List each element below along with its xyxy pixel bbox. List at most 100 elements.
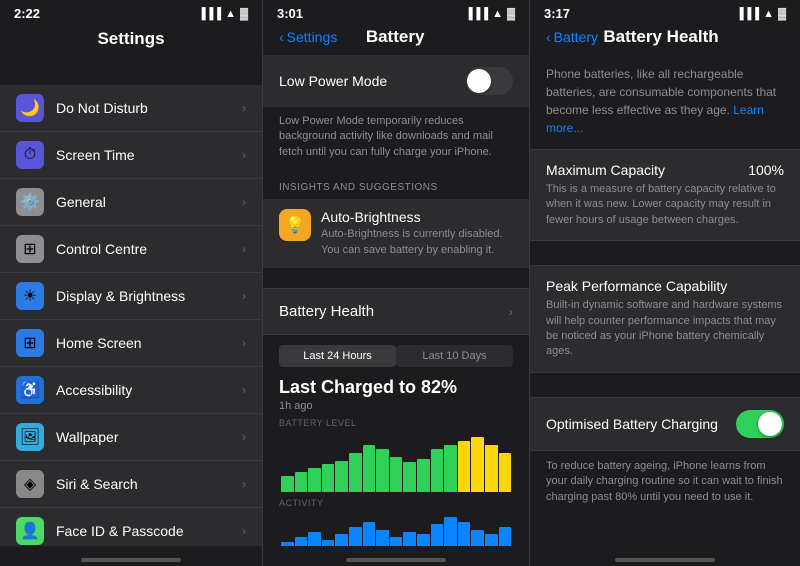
activity-bar (363, 522, 376, 546)
settings-item-control-centre[interactable]: ⊞Control Centre› (0, 226, 262, 273)
optimised-label: Optimised Battery Charging (546, 416, 718, 432)
status-icons-1: ▐▐▐ ▲ ▓ (198, 8, 248, 20)
low-power-toggle[interactable] (465, 67, 513, 95)
activity-bar (376, 530, 389, 546)
battery-panel: 3:01 ▐▐▐ ▲ ▓ ‹ Settings Battery Low Powe… (263, 0, 530, 566)
chevron-right-icon: › (242, 336, 246, 350)
settings-item-general[interactable]: ⚙️ General› (0, 179, 262, 226)
time-2: 3:01 (277, 6, 303, 21)
home-indicator-3 (530, 546, 800, 566)
battery-icon-3: ▓ (778, 8, 786, 20)
optimised-desc: To reduce battery ageing, iPhone learns … (530, 451, 800, 515)
settings-item-label: Face ID & Passcode (56, 523, 242, 539)
activity-bar (499, 527, 512, 546)
settings-list: 🌙Do Not Disturb›⏱Screen Time›⚙️General›⊞… (0, 57, 262, 546)
activity-label: ACTIVITY (279, 498, 513, 508)
activity-chart (279, 512, 513, 546)
chevron-right-icon: › (242, 101, 246, 115)
home-bar-3 (615, 558, 715, 562)
battery-health-panel: 3:17 ▐▐▐ ▲ ▓ ‹ Battery Battery Health Ph… (530, 0, 800, 566)
battery-bar (322, 464, 335, 492)
max-capacity-desc: This is a measure of battery capacity re… (546, 182, 784, 228)
activity-bar (485, 534, 498, 546)
settings-item-do-not-disturb[interactable]: 🌙 Do Not Disturb› (0, 85, 262, 132)
settings-item-accessibility[interactable]: ♿Accessibility› (0, 367, 262, 414)
settings-item-icon: ⏱ (16, 141, 44, 169)
settings-item-screen-time[interactable]: ⏱Screen Time› (0, 132, 262, 179)
settings-item-display-&-brightness[interactable]: ☀Display & Brightness› (0, 273, 262, 320)
settings-item-label: Do Not Disturb (56, 100, 242, 116)
activity-bar (403, 532, 416, 546)
optimised-toggle-knob (758, 412, 782, 436)
settings-item-siri-&-search[interactable]: ◈Siri & Search› (0, 461, 262, 508)
battery-bar (458, 441, 471, 492)
spacer (0, 57, 262, 85)
settings-item-icon: ⊞ (16, 235, 44, 263)
home-indicator-1 (0, 546, 262, 566)
chevron-right-icon: › (242, 148, 246, 162)
battery-icon-2: ▓ (507, 8, 515, 20)
tab-24h[interactable]: Last 24 Hours (279, 345, 396, 367)
battery-nav: ‹ Settings Battery (263, 25, 529, 55)
settings-items: 🌙Do Not Disturb›⏱Screen Time›⚙️General›⊞… (0, 85, 262, 546)
peak-perf-desc: Built-in dynamic software and hardware s… (546, 298, 784, 360)
peak-perf-row: Peak Performance Capability Built-in dyn… (530, 265, 800, 373)
battery-bar (403, 462, 416, 492)
tab-10d[interactable]: Last 10 Days (396, 345, 513, 367)
low-power-mode-row[interactable]: Low Power Mode (263, 55, 529, 107)
optimised-toggle-row[interactable]: Optimised Battery Charging (530, 397, 800, 451)
auto-brightness-card[interactable]: 💡 Auto-Brightness Auto-Brightness is cur… (263, 199, 529, 268)
settings-item-home-screen[interactable]: ⊞Home Screen› (0, 320, 262, 367)
battery-health-chevron: › (509, 304, 513, 319)
optimised-toggle[interactable] (736, 410, 784, 438)
auto-brightness-text: Auto-Brightness Auto-Brightness is curre… (321, 209, 513, 258)
chevron-right-icon: › (242, 289, 246, 303)
chevron-right-icon: › (242, 524, 246, 538)
battery-bar (349, 453, 362, 492)
battery-bar (485, 445, 498, 492)
back-label: Settings (287, 29, 338, 45)
battery-bar (281, 476, 294, 492)
max-capacity-row: Maximum Capacity 100% This is a measure … (530, 149, 800, 241)
wifi-icon-2: ▲ (492, 8, 503, 20)
battery-back-btn[interactable]: ‹ Settings (279, 29, 337, 45)
settings-item-icon: ☀ (16, 282, 44, 310)
battery-bar (335, 461, 348, 492)
auto-brightness-desc: Auto-Brightness is currently disabled. Y… (321, 227, 513, 258)
activity-bar (431, 524, 444, 546)
battery-bar (499, 453, 512, 492)
settings-item-icon: ⚙️ (16, 188, 44, 216)
bh-nav: ‹ Battery Battery Health (530, 25, 800, 55)
insights-header: INSIGHTS AND SUGGESTIONS (263, 170, 529, 199)
bh-back-btn[interactable]: ‹ Battery (546, 29, 598, 45)
charge-tabs: Last 24 Hours Last 10 Days (279, 345, 513, 367)
wifi-icon: ▲ (225, 8, 236, 20)
settings-panel: 2:22 ▐▐▐ ▲ ▓ Settings 🌙Do Not Disturb›⏱S… (0, 0, 263, 566)
bh-content: Phone batteries, like all rechargeable b… (530, 55, 800, 546)
activity-bar (390, 537, 403, 546)
activity-bar (417, 534, 430, 546)
settings-item-label: Control Centre (56, 241, 242, 257)
max-capacity-value: 100% (748, 162, 784, 178)
charge-time: 1h ago (279, 400, 513, 412)
battery-bar (308, 468, 321, 492)
auto-brightness-icon: 💡 (279, 209, 311, 241)
wifi-icon-3: ▲ (763, 8, 774, 20)
settings-item-icon: 🌙 (16, 94, 44, 122)
signal-icon-2: ▐▐▐ (465, 8, 488, 20)
battery-health-row[interactable]: Battery Health › (263, 288, 529, 335)
settings-item-label: Siri & Search (56, 476, 242, 492)
settings-item-icon: 🖼 (16, 423, 44, 451)
auto-brightness-title: Auto-Brightness (321, 209, 513, 225)
settings-item-face-id-&-passcode[interactable]: 👤Face ID & Passcode› (0, 508, 262, 546)
settings-item-wallpaper[interactable]: 🖼Wallpaper› (0, 414, 262, 461)
low-power-desc: Low Power Mode temporarily reduces backg… (263, 108, 529, 170)
last-charged: Last Charged to 82% (279, 377, 513, 398)
chevron-right-icon: › (242, 195, 246, 209)
battery-bar (417, 459, 430, 492)
peak-perf-title: Peak Performance Capability (546, 278, 727, 294)
charge-info: Last 24 Hours Last 10 Days Last Charged … (263, 335, 529, 546)
peak-perf-header: Peak Performance Capability (546, 278, 784, 294)
settings-item-label: General (56, 194, 242, 210)
activity-bar (335, 534, 348, 546)
